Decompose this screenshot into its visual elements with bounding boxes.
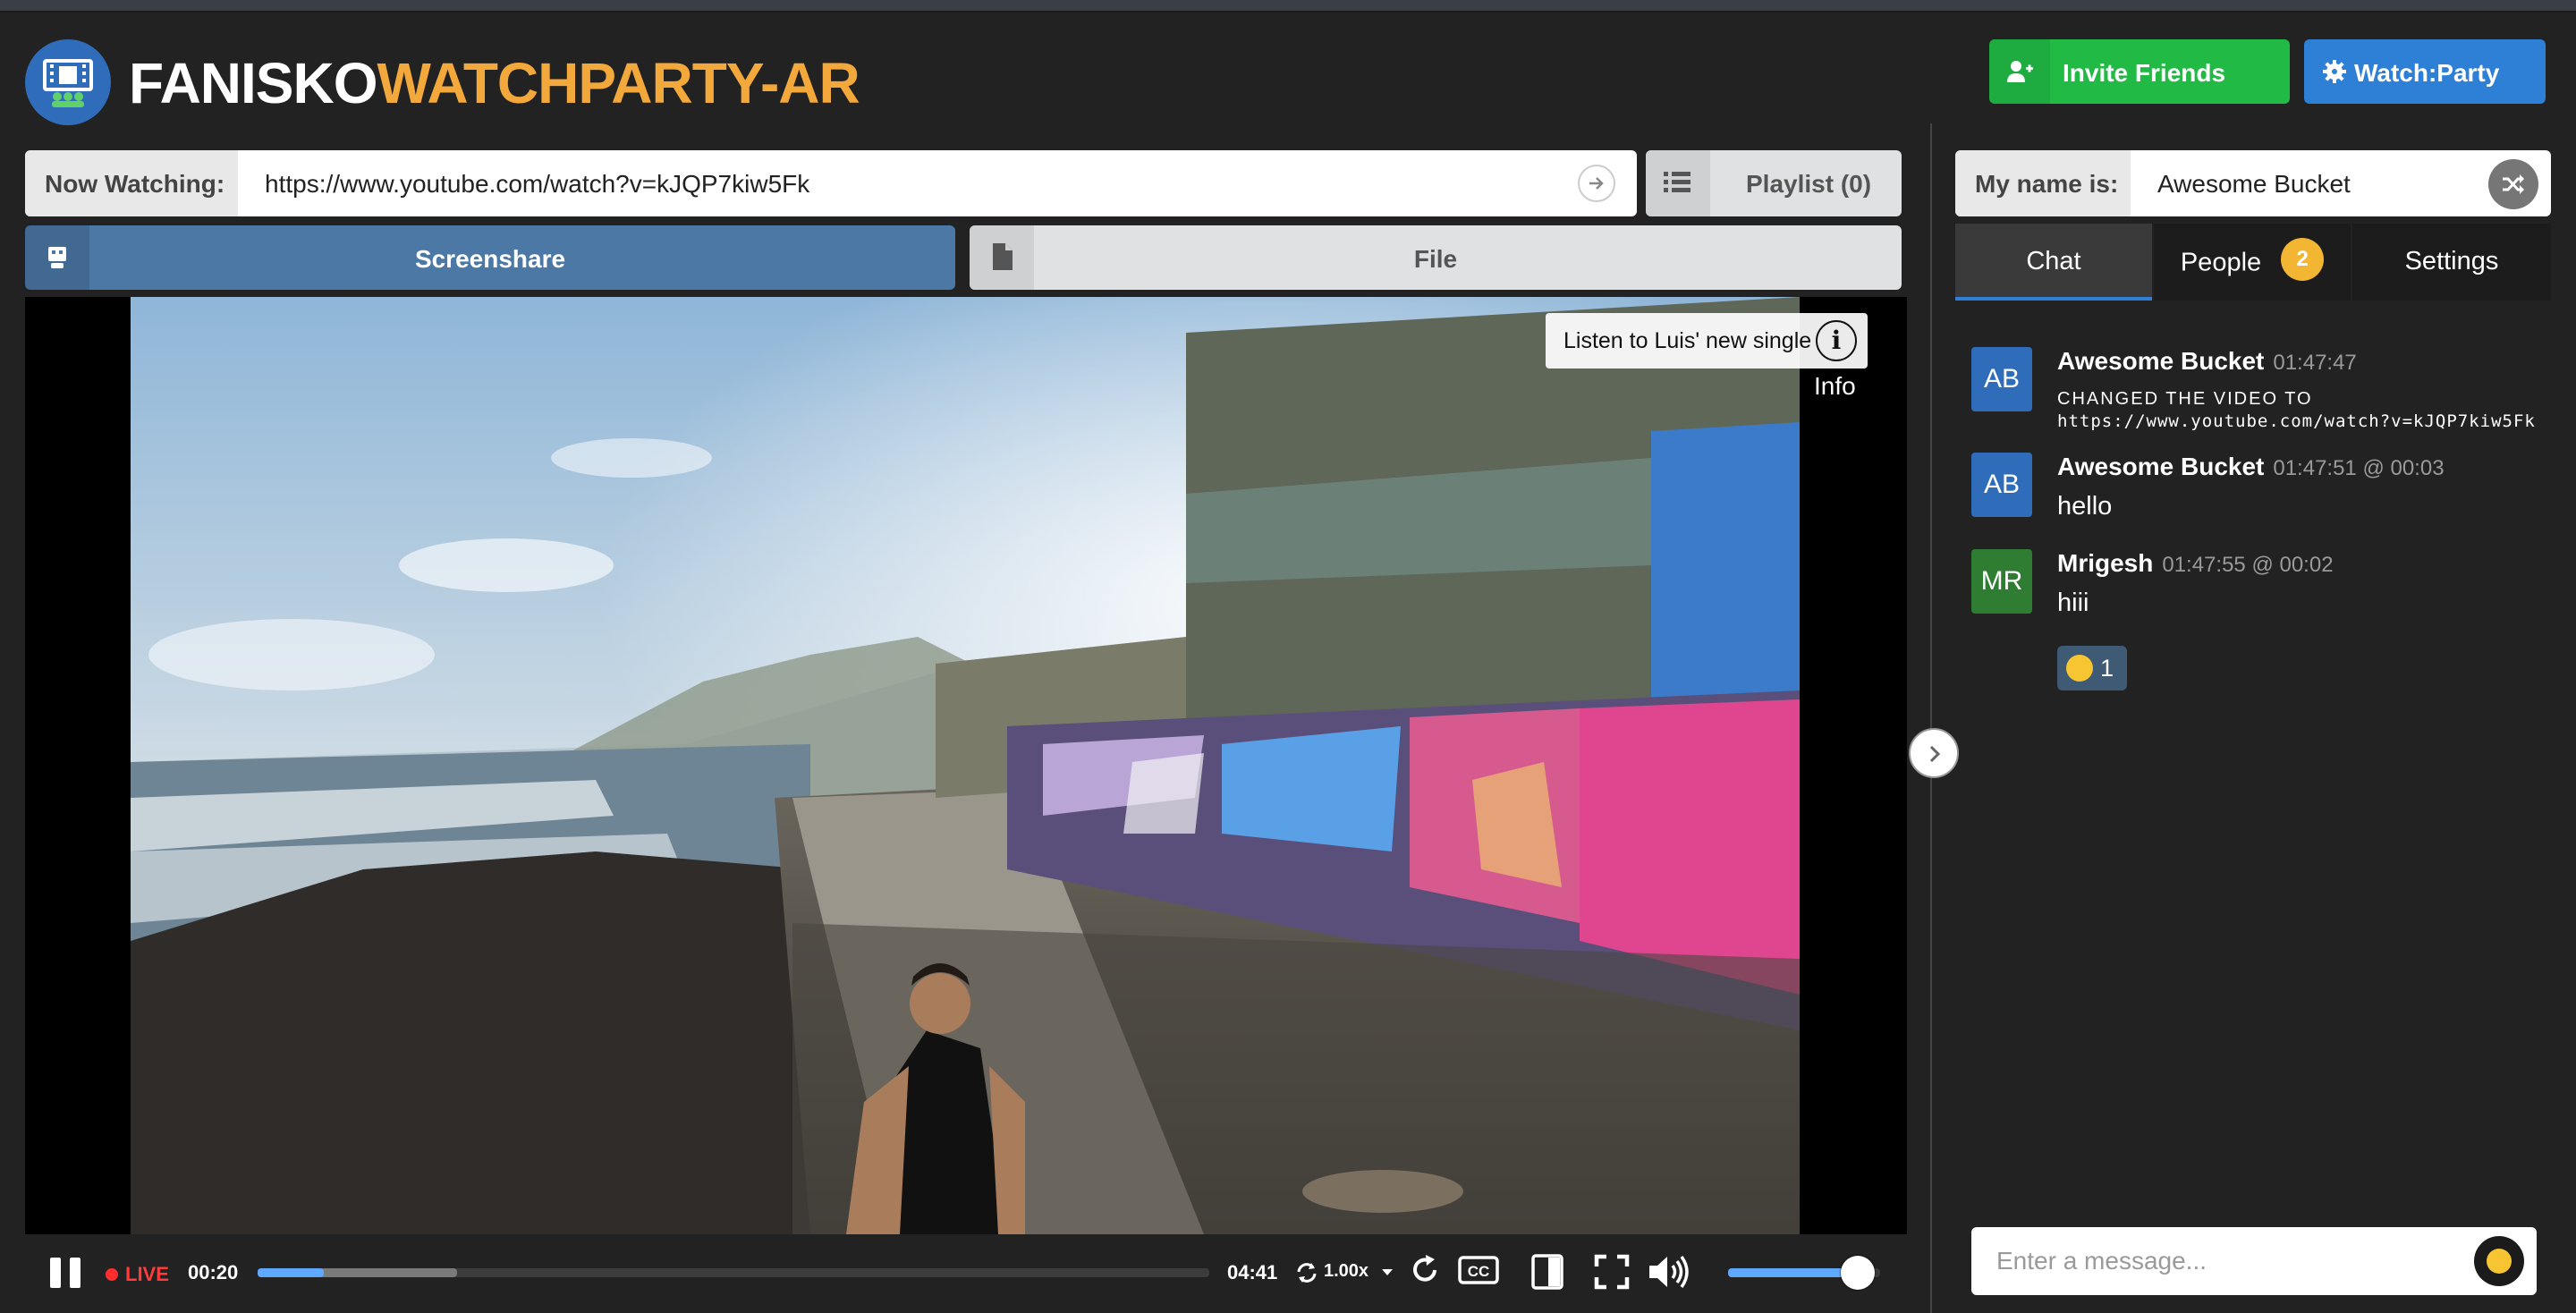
theater-mode-icon[interactable] bbox=[1530, 1254, 1565, 1290]
message-text: hello bbox=[2057, 492, 2113, 521]
name-bar: My name is: Awesome Bucket bbox=[1955, 150, 2551, 216]
app-root: FANISKOWATCHPARTY-AR Invite Friends Watc… bbox=[0, 0, 2576, 1313]
panel-divider[interactable] bbox=[1930, 123, 1932, 1313]
volume-knob[interactable] bbox=[1840, 1256, 1875, 1290]
tab-people[interactable]: People 2 bbox=[2154, 224, 2351, 301]
name-label: My name is: bbox=[1955, 150, 2131, 216]
emoji-face bbox=[2487, 1249, 2512, 1274]
reaction-count: 1 bbox=[2100, 655, 2114, 682]
invite-friends-label: Invite Friends bbox=[2063, 59, 2226, 87]
window-top-strip bbox=[0, 0, 2576, 13]
volume-slider[interactable] bbox=[1728, 1256, 1880, 1290]
message-input[interactable] bbox=[1996, 1243, 2462, 1279]
message-author: Awesome Bucket 01:47:51 @ 00:03 bbox=[2057, 453, 2445, 481]
screenshare-label: Screenshare bbox=[414, 245, 566, 273]
volume-fill bbox=[1728, 1268, 1858, 1277]
pause-icon[interactable] bbox=[48, 1256, 84, 1290]
fullscreen-icon[interactable] bbox=[1594, 1254, 1630, 1290]
current-time: 00:20 bbox=[188, 1261, 239, 1283]
film-logo-icon[interactable] bbox=[25, 39, 111, 125]
chevron-down-icon bbox=[1382, 1269, 1393, 1275]
seek-bar[interactable] bbox=[258, 1268, 1209, 1277]
svg-text:CC: CC bbox=[1468, 1263, 1490, 1280]
replay-icon[interactable] bbox=[1410, 1254, 1440, 1286]
message-time: 01:47:47 bbox=[2273, 351, 2357, 375]
video-info-card[interactable]: Listen to Luis' new single i bbox=[1546, 313, 1868, 368]
message-text: hiii bbox=[2057, 589, 2089, 617]
watch-party-label: Watch:Party bbox=[2354, 59, 2500, 87]
author-name: Awesome Bucket bbox=[2057, 347, 2265, 375]
speed-value: 1.00x bbox=[1324, 1261, 1369, 1281]
video-player[interactable]: Listen to Luis' new single i Info bbox=[25, 297, 1907, 1234]
info-icon[interactable]: i bbox=[1816, 320, 1857, 361]
sidebar-tabs: Chat People 2 Settings bbox=[1955, 224, 2551, 301]
video-frame bbox=[131, 297, 1800, 1234]
playlist-label: Playlist (0) bbox=[1746, 170, 1872, 198]
message-author: Awesome Bucket 01:47:47 bbox=[2057, 347, 2357, 376]
video-url-input[interactable]: https://www.youtube.com/watch?v=kJQP7kiw… bbox=[265, 170, 809, 199]
brand-text-white: FANISKO bbox=[129, 51, 377, 115]
live-indicator[interactable]: LIVE bbox=[106, 1263, 169, 1286]
file-label: File bbox=[1413, 245, 1458, 273]
screenshare-button[interactable]: Screenshare bbox=[25, 225, 955, 290]
avatar: AB bbox=[1971, 347, 2032, 411]
tab-chat[interactable]: Chat bbox=[1955, 224, 2152, 301]
message-composer bbox=[1971, 1227, 2537, 1295]
info-label[interactable]: Info bbox=[1814, 372, 1856, 401]
arrow-right-icon[interactable] bbox=[1578, 165, 1615, 202]
now-watching-label: Now Watching: bbox=[25, 150, 238, 216]
emoji-icon[interactable] bbox=[2474, 1236, 2524, 1286]
list-icon bbox=[1646, 150, 1710, 216]
duration-time: 04:41 bbox=[1227, 1261, 1278, 1283]
live-dot-icon bbox=[106, 1268, 118, 1281]
author-name: Mrigesh bbox=[2057, 549, 2154, 577]
volume-icon[interactable] bbox=[1648, 1254, 1694, 1290]
tab-people-label: People bbox=[2180, 248, 2262, 277]
avatar: AB bbox=[1971, 453, 2032, 517]
chevron-right-icon[interactable] bbox=[1909, 728, 1959, 778]
system-message-url: https://www.youtube.com/watch?v=kJQP7kiw… bbox=[2057, 411, 2536, 431]
watch-party-button[interactable]: Watch:Party bbox=[2304, 39, 2546, 104]
live-label: LIVE bbox=[125, 1263, 169, 1285]
heart-eyes-emoji-icon bbox=[2066, 655, 2093, 682]
system-message-line: CHANGED THE VIDEO TO bbox=[2057, 389, 2313, 409]
emoji-reaction[interactable]: 1 bbox=[2057, 646, 2127, 690]
shuffle-icon[interactable] bbox=[2488, 159, 2538, 209]
avatar: MR bbox=[1971, 549, 2032, 614]
app-brand-title: FANISKOWATCHPARTY-AR bbox=[129, 50, 860, 116]
message-time: 01:47:51 @ 00:03 bbox=[2273, 456, 2445, 480]
message-time: 01:47:55 @ 00:02 bbox=[2162, 553, 2334, 577]
people-count-badge: 2 bbox=[2281, 238, 2325, 281]
player-controls: LIVE 00:20 04:41 1.00x CC bbox=[25, 1241, 1907, 1304]
closed-captions-icon[interactable]: CC bbox=[1458, 1254, 1499, 1286]
speed-icon bbox=[1297, 1263, 1317, 1283]
gear-icon bbox=[2323, 60, 2346, 83]
invite-friends-button[interactable]: Invite Friends bbox=[1989, 39, 2290, 104]
info-card-text: Listen to Luis' new single bbox=[1563, 328, 1812, 353]
playlist-button[interactable]: Playlist (0) bbox=[1646, 150, 1902, 216]
tab-settings[interactable]: Settings bbox=[2352, 224, 2551, 301]
name-input[interactable]: Awesome Bucket bbox=[2157, 170, 2351, 199]
system-message: CHANGED THE VIDEO TO https://www.youtube… bbox=[2057, 388, 2536, 433]
message-author: Mrigesh 01:47:55 @ 00:02 bbox=[2057, 549, 2334, 578]
author-name: Awesome Bucket bbox=[2057, 453, 2265, 480]
brand-text-orange: WATCHPARTY-AR bbox=[377, 51, 860, 115]
played-bar bbox=[258, 1268, 325, 1277]
now-watching-bar: Now Watching: https://www.youtube.com/wa… bbox=[25, 150, 1637, 216]
file-button[interactable]: File bbox=[970, 225, 1902, 290]
add-user-icon bbox=[1989, 39, 2050, 104]
